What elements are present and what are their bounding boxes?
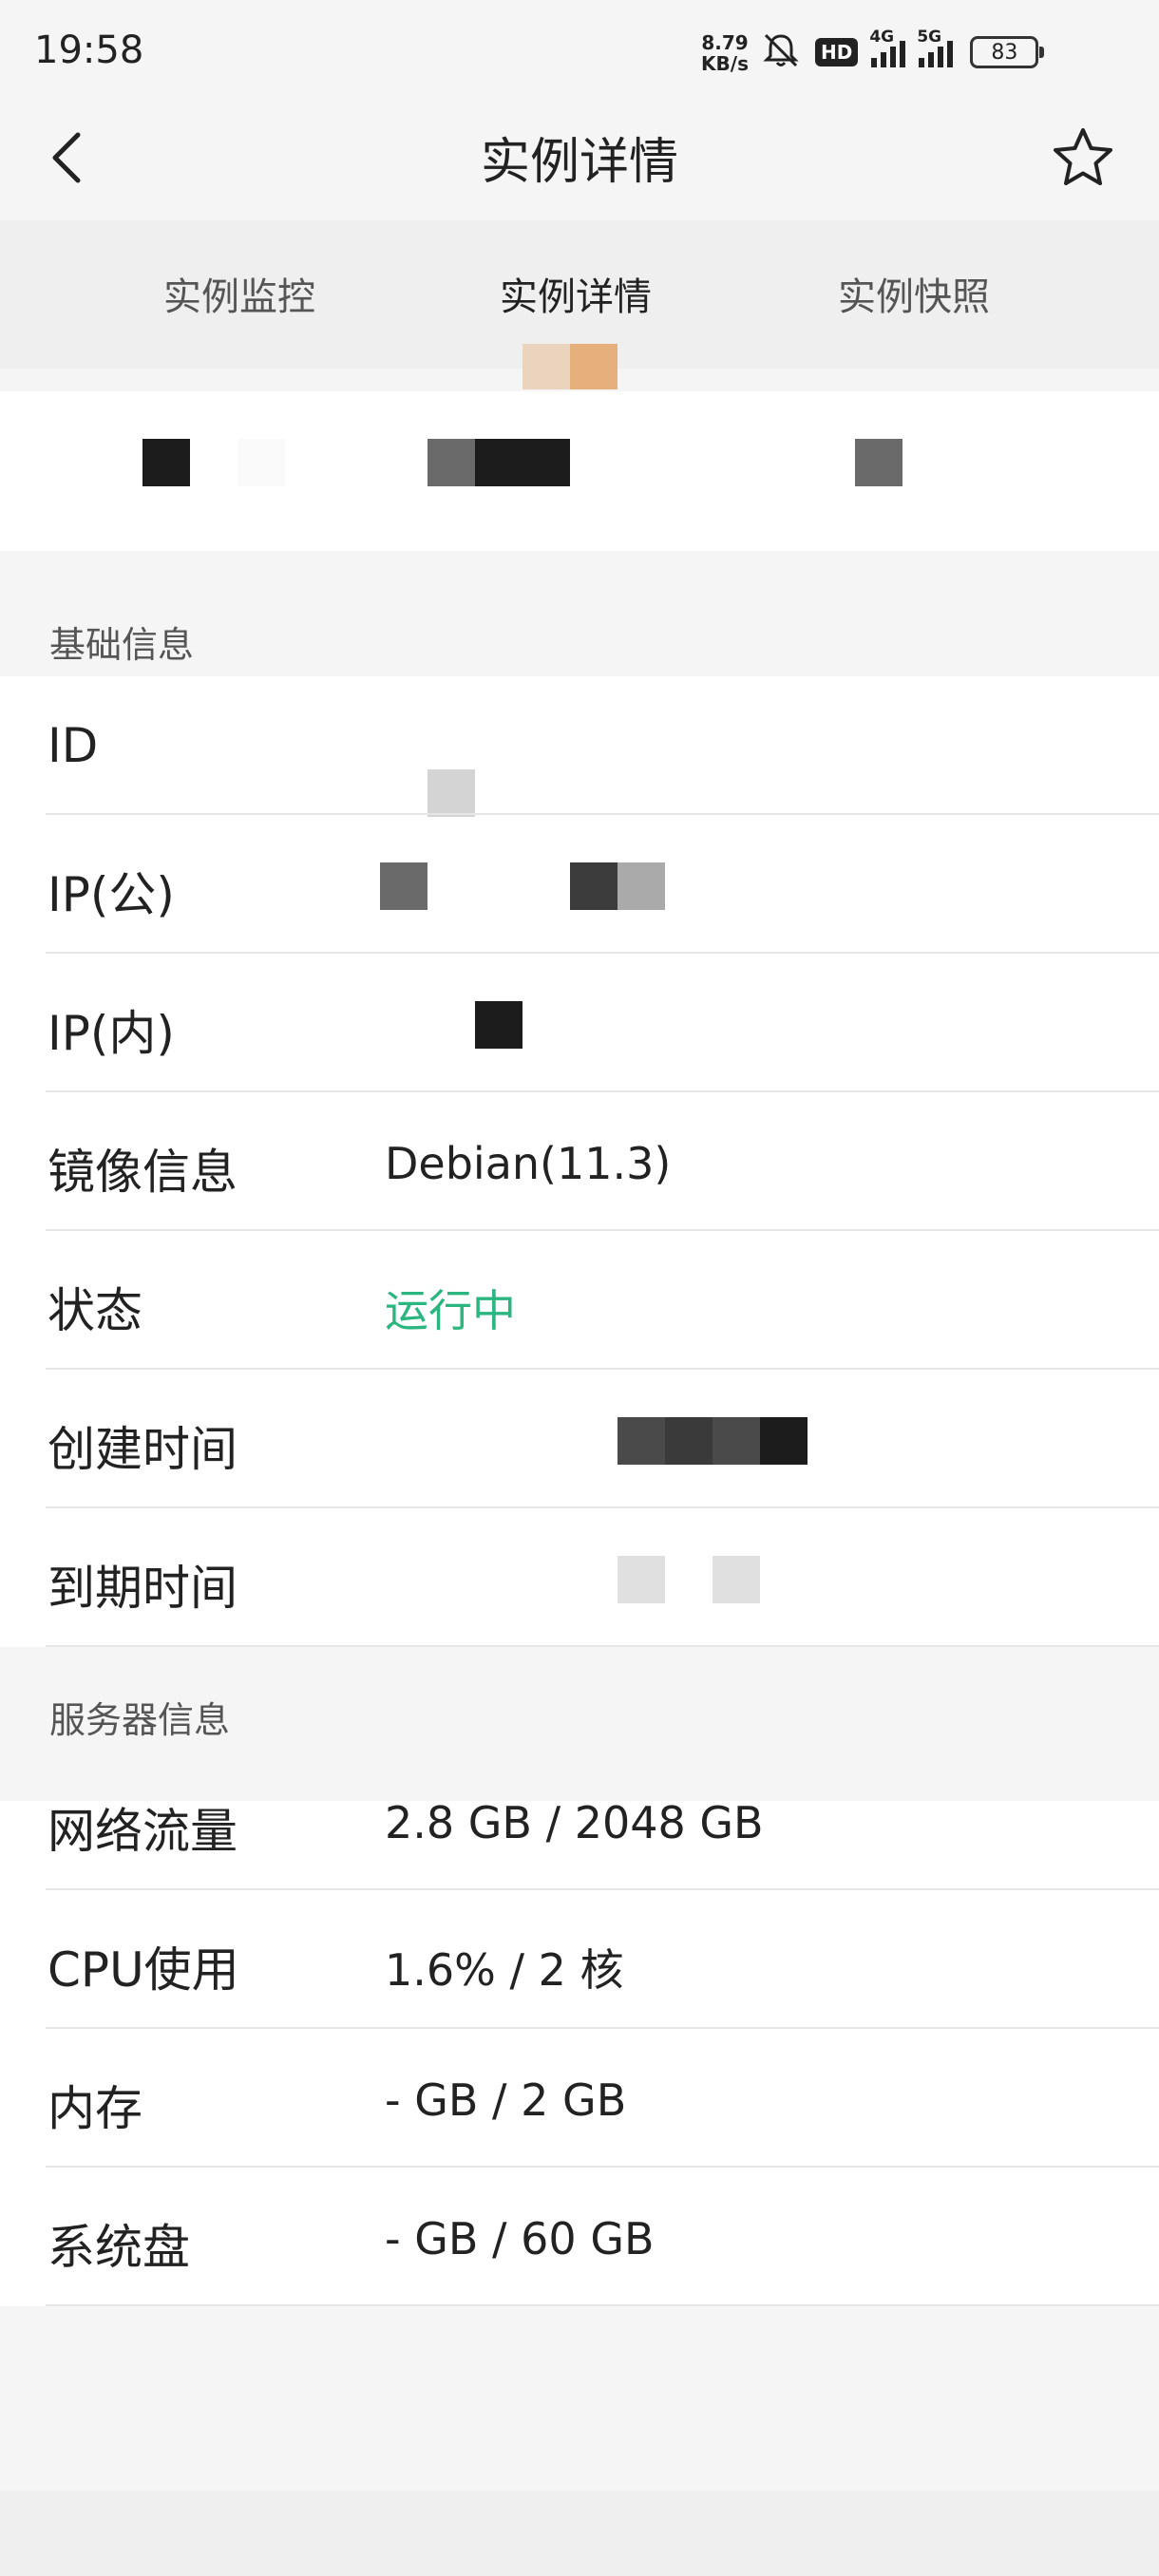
row-label: 到期时间 <box>48 1561 238 1616</box>
row-label: ID <box>48 718 99 773</box>
redacted-block <box>428 769 475 817</box>
section-basic-info-header: 基础信息 <box>0 583 1159 676</box>
info-row-cpu: CPU使用 1.6% / 2 核 <box>0 1890 1159 2029</box>
redacted-block <box>428 439 475 486</box>
row-label: 创建时间 <box>48 1422 238 1477</box>
tab-instance-snapshots[interactable]: 实例快照 <box>838 266 990 321</box>
app-header: 实例详情 <box>0 103 1159 220</box>
server-info-card: 网络流量 2.8 GB / 2048 GB CPU使用 1.6% / 2 核 内… <box>0 1797 1159 2306</box>
row-value: 1.6% / 2 核 <box>385 1944 624 1996</box>
redacted-block <box>142 439 190 486</box>
redacted-block <box>760 1417 808 1465</box>
section-server-info-title: 服务器信息 <box>49 1699 231 1741</box>
redacted-block <box>712 1556 760 1603</box>
row-value: - GB / 60 GB <box>385 2213 655 2264</box>
favorite-button[interactable] <box>1045 120 1121 196</box>
section-server-info-header: 服务器信息 <box>0 1658 1159 1752</box>
bottom-area <box>0 2491 1159 2576</box>
status-icons: HD 4G 5G 83 <box>760 28 1045 76</box>
network-speed: 8.79 KB/s <box>697 32 752 74</box>
info-row-image: 镜像信息 Debian(11.3) <box>0 1092 1159 1231</box>
redacted-block <box>570 862 618 910</box>
signal-4g-icon: 4G <box>869 28 906 67</box>
row-label: 网络流量 <box>48 1804 238 1859</box>
redacted-block <box>475 439 570 486</box>
redacted-block <box>380 862 428 910</box>
network-speed-value: 8.79 <box>701 31 749 54</box>
row-value: - GB / 2 GB <box>385 2074 627 2126</box>
row-label: 镜像信息 <box>48 1145 238 1200</box>
info-row-expire-time: 到期时间 <box>0 1508 1159 1647</box>
tab-active-indicator <box>522 344 618 389</box>
redacted-block <box>618 1556 665 1603</box>
signal-5g-label: 5G <box>917 28 942 47</box>
redacted-block <box>665 1417 712 1465</box>
redacted-summary <box>0 391 1159 551</box>
redacted-block <box>712 1417 760 1465</box>
info-row-private-ip: IP(内) <box>0 954 1159 1092</box>
redacted-block <box>618 862 665 910</box>
info-row-id: ID <box>0 676 1159 817</box>
redacted-block <box>238 439 285 486</box>
info-row-system-disk: 系统盘 - GB / 60 GB <box>0 2168 1159 2306</box>
row-label: CPU使用 <box>48 1942 239 1998</box>
row-value: 2.8 GB / 2048 GB <box>385 1797 764 1848</box>
hd-icon: HD <box>815 38 859 66</box>
mute-icon <box>760 29 802 75</box>
tab-instance-monitor[interactable]: 实例监控 <box>163 266 315 321</box>
row-label: 状态 <box>48 1283 142 1338</box>
info-row-public-ip: IP(公) <box>0 815 1159 954</box>
row-label: 内存 <box>48 2081 142 2136</box>
star-outline-icon <box>1054 128 1112 185</box>
redacted-block <box>855 439 902 486</box>
page-title: 实例详情 <box>480 134 678 191</box>
tab-bar: 实例监控 实例详情 实例快照 <box>0 220 1159 389</box>
tab-instance-details[interactable]: 实例详情 <box>500 266 652 321</box>
row-label: IP(内) <box>48 1006 175 1061</box>
row-value: Debian(11.3) <box>385 1138 672 1189</box>
info-row-memory: 内存 - GB / 2 GB <box>0 2029 1159 2168</box>
redacted-block <box>618 1417 665 1465</box>
battery-icon: 83 <box>970 36 1045 68</box>
status-value: 运行中 <box>385 1285 516 1336</box>
signal-4g-label: 4G <box>869 28 895 47</box>
info-row-traffic: 网络流量 2.8 GB / 2048 GB <box>0 1752 1159 1890</box>
info-row-status: 状态 运行中 <box>0 1231 1159 1370</box>
status-bar: 19:58 8.79 KB/s HD 4G 5G 83 <box>0 0 1159 103</box>
redacted-block <box>475 1001 522 1049</box>
signal-5g-icon: 5G <box>917 28 954 67</box>
section-basic-info-title: 基础信息 <box>49 624 195 666</box>
row-label: 系统盘 <box>48 2220 190 2275</box>
network-speed-unit: KB/s <box>701 52 749 75</box>
battery-level: 83 <box>991 40 1018 65</box>
info-row-created-time: 创建时间 <box>0 1370 1159 1508</box>
basic-info-card: ID IP(公) IP(内) 镜像信息 Debian(11.3) 状态 运行中 … <box>0 676 1159 1647</box>
row-label: IP(公) <box>48 867 175 922</box>
status-time: 19:58 <box>34 28 144 72</box>
